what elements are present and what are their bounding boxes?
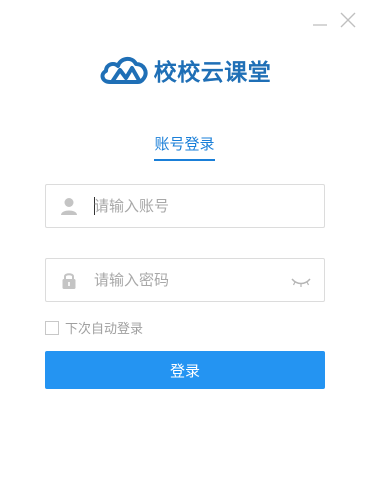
tab-account-login[interactable]: 账号登录 [154, 133, 215, 161]
user-icon [59, 196, 79, 216]
app-name: 校校云课堂 [153, 60, 272, 86]
auto-login-checkbox[interactable]: 下次自动登录 [45, 318, 143, 337]
auto-login-label: 下次自动登录 [65, 322, 144, 337]
close-icon[interactable] [338, 10, 358, 30]
app-logo: 校校云课堂 [0, 52, 369, 88]
username-input[interactable] [94, 185, 284, 227]
cloud-logo-icon [98, 52, 150, 88]
lock-icon [59, 270, 79, 290]
login-button[interactable]: 登录 [45, 351, 325, 389]
password-input[interactable] [94, 259, 284, 301]
checkbox-box[interactable] [45, 320, 59, 335]
account-login-tab-wrapper: 账号登录 [0, 133, 369, 161]
eye-closed-icon[interactable] [290, 274, 312, 288]
username-field[interactable] [45, 184, 325, 228]
password-field[interactable] [45, 258, 325, 302]
minimize-icon[interactable] [310, 10, 330, 30]
login-window: 校校云课堂 账号登录 请输入账号 下次自动登录 登录 [0, 0, 369, 498]
